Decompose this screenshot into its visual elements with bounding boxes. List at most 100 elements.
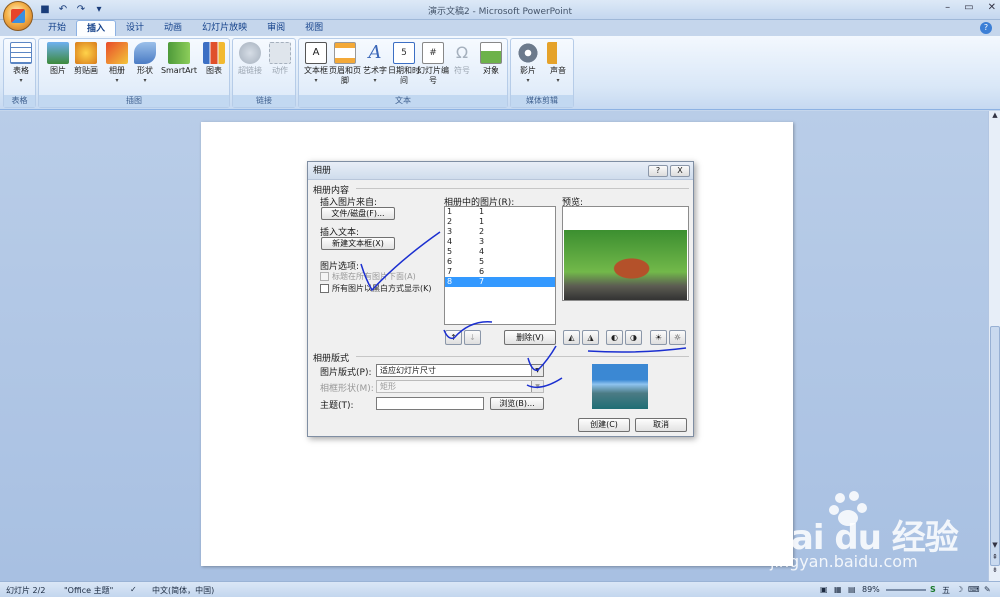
close-icon[interactable]: ✕ <box>988 2 996 13</box>
zoom-level[interactable]: 89% <box>862 585 880 594</box>
chart-icon <box>203 42 225 64</box>
cancel-button[interactable]: 取消 <box>635 418 687 432</box>
help-icon[interactable]: ? <box>980 22 992 34</box>
tab-insert[interactable]: 插入 <box>76 20 117 36</box>
brightness-down-button[interactable]: ☼ <box>669 330 686 345</box>
shapes-button[interactable]: 形状 ▾ <box>129 42 161 86</box>
spellcheck-icon[interactable]: ✓ <box>130 585 137 594</box>
scroll-down-icon[interactable]: ▼ <box>989 541 1000 549</box>
action-label: 动作 <box>272 66 288 75</box>
office-button[interactable] <box>3 1 33 31</box>
wordart-button[interactable]: A 艺术字 ▾ <box>359 42 391 86</box>
tab-home[interactable]: 开始 <box>38 20 76 36</box>
scroll-up-icon[interactable]: ▲ <box>989 111 1000 119</box>
theme-indicator[interactable]: "Office 主题" <box>64 585 113 596</box>
picture-layout-select[interactable]: 适应幻灯片尺寸 ▼ <box>376 364 544 377</box>
sound-button[interactable]: 声音 ▾ <box>542 42 574 86</box>
normal-view-icon[interactable]: ▣ <box>820 585 828 594</box>
date-time-label: 日期和时间 <box>388 66 420 85</box>
language-indicator[interactable]: 中文(简体，中国) <box>152 585 214 596</box>
list-item[interactable]: 32 <box>445 227 555 237</box>
object-button[interactable]: 对象 <box>475 42 507 76</box>
movie-button[interactable]: 影片 ▾ <box>512 42 544 86</box>
scroll-thumb[interactable] <box>990 326 1000 566</box>
list-item[interactable]: 43 <box>445 237 555 247</box>
pictures-list[interactable]: 11 21 32 43 54 65 76 87 <box>444 206 556 325</box>
item-num: 5 <box>447 247 453 256</box>
list-item[interactable]: 54 <box>445 247 555 257</box>
slide-number-button[interactable]: # 幻灯片编号 <box>417 42 449 86</box>
move-up-button[interactable]: ↑ <box>445 330 462 345</box>
chart-button[interactable]: 图表 <box>198 42 230 76</box>
tab-review[interactable]: 审阅 <box>257 20 295 36</box>
symbol-label: 符号 <box>454 66 470 75</box>
dialog-help-button[interactable]: ? <box>648 165 668 177</box>
group-tables-label: 表格 <box>4 95 35 107</box>
contrast-down-button[interactable]: ◑ <box>625 330 642 345</box>
item-num: 1 <box>447 207 453 216</box>
ime-mode-icon[interactable]: 五 <box>942 585 950 596</box>
caption-checkbox[interactable]: 标题在所有图片下面(A) <box>320 271 416 282</box>
moon-icon[interactable]: ☽ <box>956 585 963 594</box>
hyperlink-button[interactable]: 超链接 <box>234 42 266 76</box>
zoom-slider[interactable] <box>886 589 926 591</box>
tab-view[interactable]: 视图 <box>295 20 333 36</box>
album-layout-label: 相册版式 <box>313 354 350 364</box>
group-links-label: 链接 <box>233 95 295 107</box>
slide-number-label: 幻灯片编号 <box>417 66 449 85</box>
clipart-button[interactable]: 剪贴画 <box>70 42 102 76</box>
dialog-close-button[interactable]: X <box>670 165 690 177</box>
browse-button[interactable]: 浏览(B)... <box>490 397 544 410</box>
symbol-icon: Ω <box>455 43 469 62</box>
rotate-left-button[interactable]: ◭ <box>563 330 580 345</box>
rotate-right-icon: ◮ <box>587 333 594 342</box>
chevron-down-icon[interactable]: ▼ <box>531 381 543 392</box>
header-footer-button[interactable]: 页眉和页脚 <box>329 42 361 86</box>
create-button[interactable]: 创建(C) <box>578 418 630 432</box>
ime-s-icon[interactable]: S <box>930 585 936 594</box>
list-item[interactable]: 21 <box>445 217 555 227</box>
list-item[interactable]: 11 <box>445 207 555 217</box>
list-item[interactable]: 76 <box>445 267 555 277</box>
minimize-icon[interactable]: – <box>945 2 950 13</box>
keyboard-icon[interactable]: ⌨ <box>968 585 980 594</box>
action-button[interactable]: 动作 <box>264 42 296 76</box>
theme-input[interactable] <box>376 397 484 410</box>
object-icon <box>480 42 502 64</box>
brightness-up-button[interactable]: ☀ <box>650 330 667 345</box>
slide-indicator: 幻灯片 2/2 <box>6 586 46 595</box>
symbol-button[interactable]: Ω 符号 <box>446 42 478 76</box>
action-icon <box>269 42 291 64</box>
item-name: 5 <box>479 257 485 266</box>
delete-button[interactable]: 删除(V) <box>504 330 556 345</box>
file-disk-button[interactable]: 文件/磁盘(F)... <box>321 207 395 220</box>
group-illustrations: 图片 剪贴画 相册 ▾ 形状 ▾ SmartArt 图表 插图 <box>38 38 230 108</box>
new-textbox-button[interactable]: 新建文本框(X) <box>321 237 395 250</box>
contrast-up-button[interactable]: ◐ <box>606 330 623 345</box>
frame-shape-select[interactable]: 矩形 ▼ <box>376 380 544 393</box>
list-item-selected[interactable]: 87 <box>445 277 555 287</box>
chevron-down-icon[interactable]: ▼ <box>531 365 543 376</box>
date-time-button[interactable]: 5 日期和时间 <box>388 42 420 86</box>
slideshow-view-icon[interactable]: ▤ <box>848 585 856 594</box>
move-down-button[interactable]: ↓ <box>464 330 481 345</box>
brightness-up-icon: ☀ <box>654 333 663 342</box>
black-white-checkbox[interactable]: 所有图片以黑白方式显示(K) <box>320 283 432 294</box>
tab-animations[interactable]: 动画 <box>154 20 192 36</box>
item-name: 1 <box>479 217 485 226</box>
rotate-right-button[interactable]: ◮ <box>582 330 599 345</box>
textbox-button[interactable]: A 文本框 ▾ <box>300 42 332 86</box>
prev-slide-icon[interactable]: ⇞ <box>989 553 1000 561</box>
wrench-icon[interactable]: ✎ <box>984 585 991 594</box>
table-button[interactable]: 表格 ▾ <box>5 42 37 86</box>
item-name: 4 <box>479 247 485 256</box>
list-item[interactable]: 65 <box>445 257 555 267</box>
slide-number-icon: # <box>422 42 444 64</box>
tab-slideshow[interactable]: 幻灯片放映 <box>192 20 257 36</box>
next-slide-icon[interactable]: ⇟ <box>989 566 1000 574</box>
smartart-button[interactable]: SmartArt <box>159 42 199 76</box>
maximize-icon[interactable]: ▭ <box>964 2 973 13</box>
vertical-scrollbar[interactable]: ▲ ▼ ⇞ ⇟ <box>988 111 1000 581</box>
tab-design[interactable]: 设计 <box>116 20 154 36</box>
sorter-view-icon[interactable]: ▦ <box>834 585 842 594</box>
